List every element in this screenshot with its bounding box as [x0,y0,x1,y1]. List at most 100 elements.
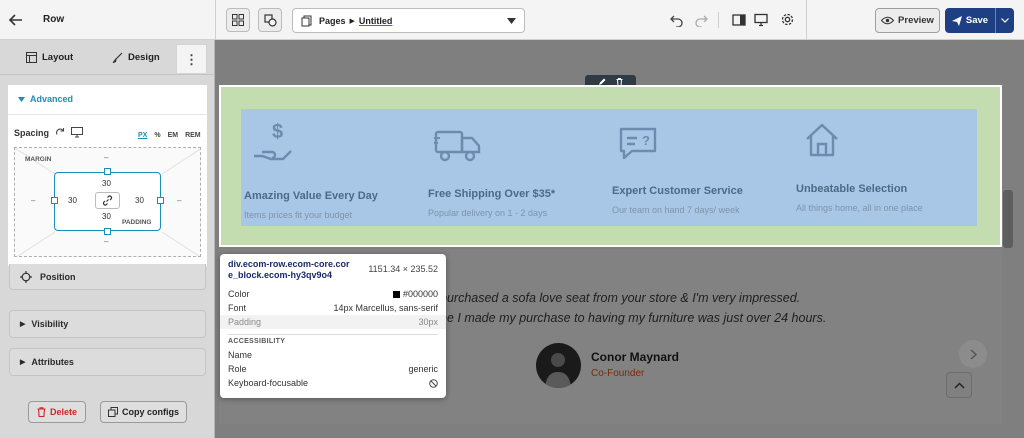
svg-text:?: ? [642,133,650,148]
tab-layout-label: Layout [42,52,74,63]
tooltip-role-row: Role generic [220,362,446,376]
desktop-icon[interactable] [754,13,768,27]
dollar-hand-icon: $ [254,121,292,161]
padding-bottom-value[interactable]: 30 [102,212,111,221]
tooltip-color-row: Color #000000 [220,287,446,301]
caret-right-icon: ▶ [349,17,355,25]
padding-right-handle[interactable] [157,197,164,204]
trash-icon [37,407,46,417]
feature-title: Unbeatable Selection [796,183,908,195]
testimonial-role: Co-Founder [591,368,645,379]
margin-left-value[interactable]: – [31,196,35,205]
tooltip-selector-line-1: div.ecom-row.ecom-core.cor [228,259,350,269]
preview-label: Preview [898,15,934,26]
copy-configs-label: Copy configs [121,407,179,417]
tooltip-accessibility-header: ACCESSIBILITY [228,334,438,345]
delete-button[interactable]: Delete [28,401,86,423]
tooltip-font-value: 14px Marcellus, sans-serif [333,303,438,313]
tooltip-focusable-row: Keyboard-focusable [220,376,446,390]
visibility-label: Visibility [31,319,69,329]
save-options-button[interactable] [995,8,1014,33]
copy-configs-button[interactable]: Copy configs [100,401,187,423]
unit-rem[interactable]: REM [185,132,201,139]
attributes-label: Attributes [31,357,74,367]
margin-right-value[interactable]: – [177,196,181,205]
unit-em[interactable]: EM [168,132,179,139]
components-button[interactable] [258,8,282,32]
page-name: Untitled [358,15,393,26]
carousel-next-button[interactable] [959,340,987,368]
advanced-divider [8,114,207,115]
padding-left-handle[interactable] [51,197,58,204]
copy-icon [107,407,118,417]
feature-4: Unbeatable Selection All things home, al… [796,120,966,225]
save-button[interactable]: Save [945,8,995,33]
caret-down-icon [18,96,25,102]
avatar [536,343,581,388]
brush-icon [112,52,123,63]
feature-3: ? Expert Customer Service Our team on ha… [612,120,782,225]
pages-icon [301,15,312,26]
visibility-section[interactable]: ▶ Visibility [9,310,206,338]
sidebar-toggle-icon[interactable] [732,13,746,27]
unit-percent[interactable]: % [154,132,160,139]
back-arrow-icon[interactable] [8,12,24,28]
chevron-right-icon [969,348,977,360]
chat-question-icon: ? [619,127,657,160]
layers-button[interactable] [226,8,250,32]
target-icon [20,270,32,283]
advanced-toggle[interactable]: Advanced [18,94,73,104]
testimonial-line-1: purchased a sofa love seat from your sto… [440,291,801,305]
position-section[interactable]: Position [9,264,206,290]
tooltip-color-value: #000000 [402,289,438,299]
undo-icon[interactable] [670,13,684,27]
link-values-button[interactable] [95,192,120,209]
tooltip-font-row: Font 14px Marcellus, sans-serif [220,301,446,315]
pages-label: Pages [319,15,346,26]
eye-icon [881,16,895,25]
padding-left-value[interactable]: 30 [68,196,77,205]
tab-underline [0,74,215,75]
padding-top-value[interactable]: 30 [102,179,111,188]
redo-icon[interactable] [694,13,708,27]
margin-bottom-value[interactable]: – [104,237,108,246]
feature-title: Free Shipping Over $35* [428,188,556,200]
svg-text:$: $ [272,121,283,143]
padding-bottom-handle[interactable] [104,228,111,235]
not-allowed-icon [429,378,438,388]
inspect-tooltip: div.ecom-row.ecom-core.cor e_block.ecom-… [220,254,446,398]
preview-button[interactable]: Preview [875,8,940,33]
color-swatch [392,290,400,298]
tooltip-padding-value: 30px [418,317,438,327]
panel-title: Row [43,14,65,25]
tab-design[interactable]: Design [112,52,160,63]
tooltip-color-label: Color [228,289,250,299]
feature-subtitle: All things home, all in one place [796,203,923,213]
padding-label: PADDING [122,219,152,226]
attributes-section[interactable]: ▶ Attributes [9,348,206,376]
tab-layout[interactable]: Layout [26,52,73,63]
feature-subtitle: Popular delivery on 1 - 2 days [428,208,548,218]
testimonial-name: Conor Maynard [591,350,680,364]
padding-top-handle[interactable] [104,168,111,175]
toolbar-divider-right [806,0,807,40]
margin-top-value[interactable]: – [104,153,108,162]
feature-subtitle: Our team on hand 7 days/ week [612,205,740,215]
padding-right-value[interactable]: 30 [135,196,144,205]
more-options-button[interactable]: ⋮ [176,44,207,74]
toolbar-divider [718,12,719,28]
feature-title: Amazing Value Every Day [244,190,378,202]
reset-spacing-icon[interactable] [55,127,65,137]
unit-px[interactable]: PX [138,132,147,139]
scroll-top-button[interactable] [946,372,972,398]
chevron-down-icon [1001,18,1009,23]
chevron-down-icon [507,18,516,24]
page-selector[interactable]: Pages ▶ Untitled [292,8,525,33]
canvas-scrollbar[interactable] [1003,190,1013,248]
device-desktop-icon[interactable] [71,127,83,138]
feature-1: $ Amazing Value Every Day Items prices f… [244,120,414,225]
send-icon [951,15,962,26]
unit-selector: PX % EM REM [138,132,201,139]
testimonial-line-2: he I made my purchase to having my furni… [440,311,827,325]
settings-gear-icon[interactable] [780,12,795,27]
